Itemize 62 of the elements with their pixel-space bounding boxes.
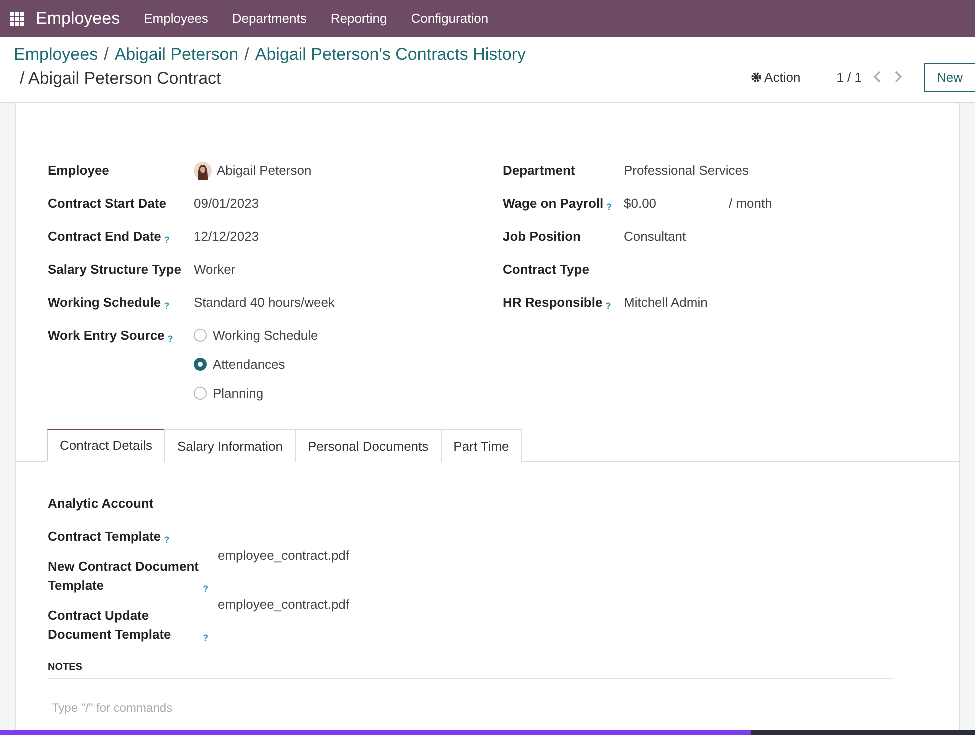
field-label: Work Entry Source	[48, 327, 165, 345]
field-label: Analytic Account	[48, 495, 154, 513]
app-title[interactable]: Employees	[36, 8, 120, 28]
nav-menu-item[interactable]: Reporting	[330, 11, 388, 26]
previous-icon[interactable]	[874, 71, 882, 83]
field-label: Wage on Payroll	[503, 195, 604, 213]
help-tooltip-mark[interactable]: ?	[164, 534, 170, 546]
radio-option[interactable]: Working Schedule	[194, 326, 503, 345]
nav-menu-item[interactable]: Employees	[144, 11, 208, 26]
avatar-icon	[194, 162, 212, 180]
help-tooltip-mark[interactable]: ?	[606, 201, 612, 213]
field-value[interactable]: Abigail Peterson	[217, 161, 312, 180]
breadcrumb-link[interactable]: Abigail Peterson's Contracts History	[255, 45, 526, 65]
help-tooltip-mark[interactable]: ?	[606, 300, 612, 312]
radio-option[interactable]: Planning	[194, 384, 503, 403]
field-value: Professional Services	[624, 162, 750, 180]
next-icon[interactable]	[894, 71, 902, 83]
field-value[interactable]: employee_contract.pdf	[218, 595, 927, 644]
gear-icon	[750, 72, 762, 82]
field-label: Contract Type	[503, 261, 590, 279]
pager-counter: 1 / 1	[836, 70, 862, 84]
field-value: Consultant	[624, 228, 688, 246]
record-title: / Abigail Peterson Contract	[19, 69, 222, 89]
field-label: New Contract Document Template	[48, 558, 200, 595]
help-tooltip-mark[interactable]: ?	[203, 583, 208, 595]
help-tooltip-mark[interactable]: ?	[164, 234, 170, 246]
field-value: 09/01/2023	[194, 195, 260, 213]
field-label: Contract Start Date	[48, 195, 166, 213]
tab[interactable]: Part Time	[440, 429, 522, 462]
tab[interactable]: Personal Documents	[294, 429, 442, 462]
new-button[interactable]: New	[924, 62, 975, 92]
field-label: Employee	[48, 162, 110, 180]
nav-menu-item[interactable]: Configuration	[411, 11, 489, 26]
field-label: Salary Structure Type	[48, 261, 182, 279]
breadcrumb-link[interactable]: Abigail Peterson	[114, 45, 239, 65]
field-value: 12/12/2023	[194, 228, 260, 246]
field-value: $0.00	[624, 195, 658, 213]
breadcrumb-link[interactable]: Employees	[14, 45, 98, 65]
breadcrumb-separator: /	[104, 45, 109, 65]
help-tooltip-mark[interactable]: ?	[168, 333, 174, 345]
action-button[interactable]: Action	[744, 68, 807, 86]
help-tooltip-mark[interactable]: ?	[203, 632, 208, 644]
field-label: Contract Update Document Template	[48, 607, 172, 644]
notes-heading: NOTES	[48, 662, 893, 679]
field-label: Contract Template	[48, 528, 162, 546]
nav-menu-item[interactable]: Departments	[232, 11, 307, 26]
field-label: Working Schedule	[48, 294, 162, 312]
field-value[interactable]: employee_contract.pdf	[218, 546, 927, 595]
field-value: Standard 40 hours/week	[194, 294, 336, 312]
unit-label: / month	[729, 195, 772, 213]
field-value: Worker	[194, 261, 237, 279]
field-value: Mitchell Admin	[624, 294, 709, 312]
help-tooltip-mark[interactable]: ?	[164, 300, 170, 312]
apps-menu-icon[interactable]	[10, 12, 24, 26]
field-label: Department	[503, 162, 576, 180]
field-label: Job Position	[503, 228, 581, 246]
breadcrumb-separator: /	[244, 45, 250, 65]
radio-option[interactable]: Attendances	[194, 355, 503, 374]
tab[interactable]: Contract Details	[47, 429, 166, 462]
tab[interactable]: Salary Information	[164, 429, 296, 462]
field-label: Contract End Date	[48, 228, 162, 246]
field-label: HR Responsible	[503, 294, 603, 312]
